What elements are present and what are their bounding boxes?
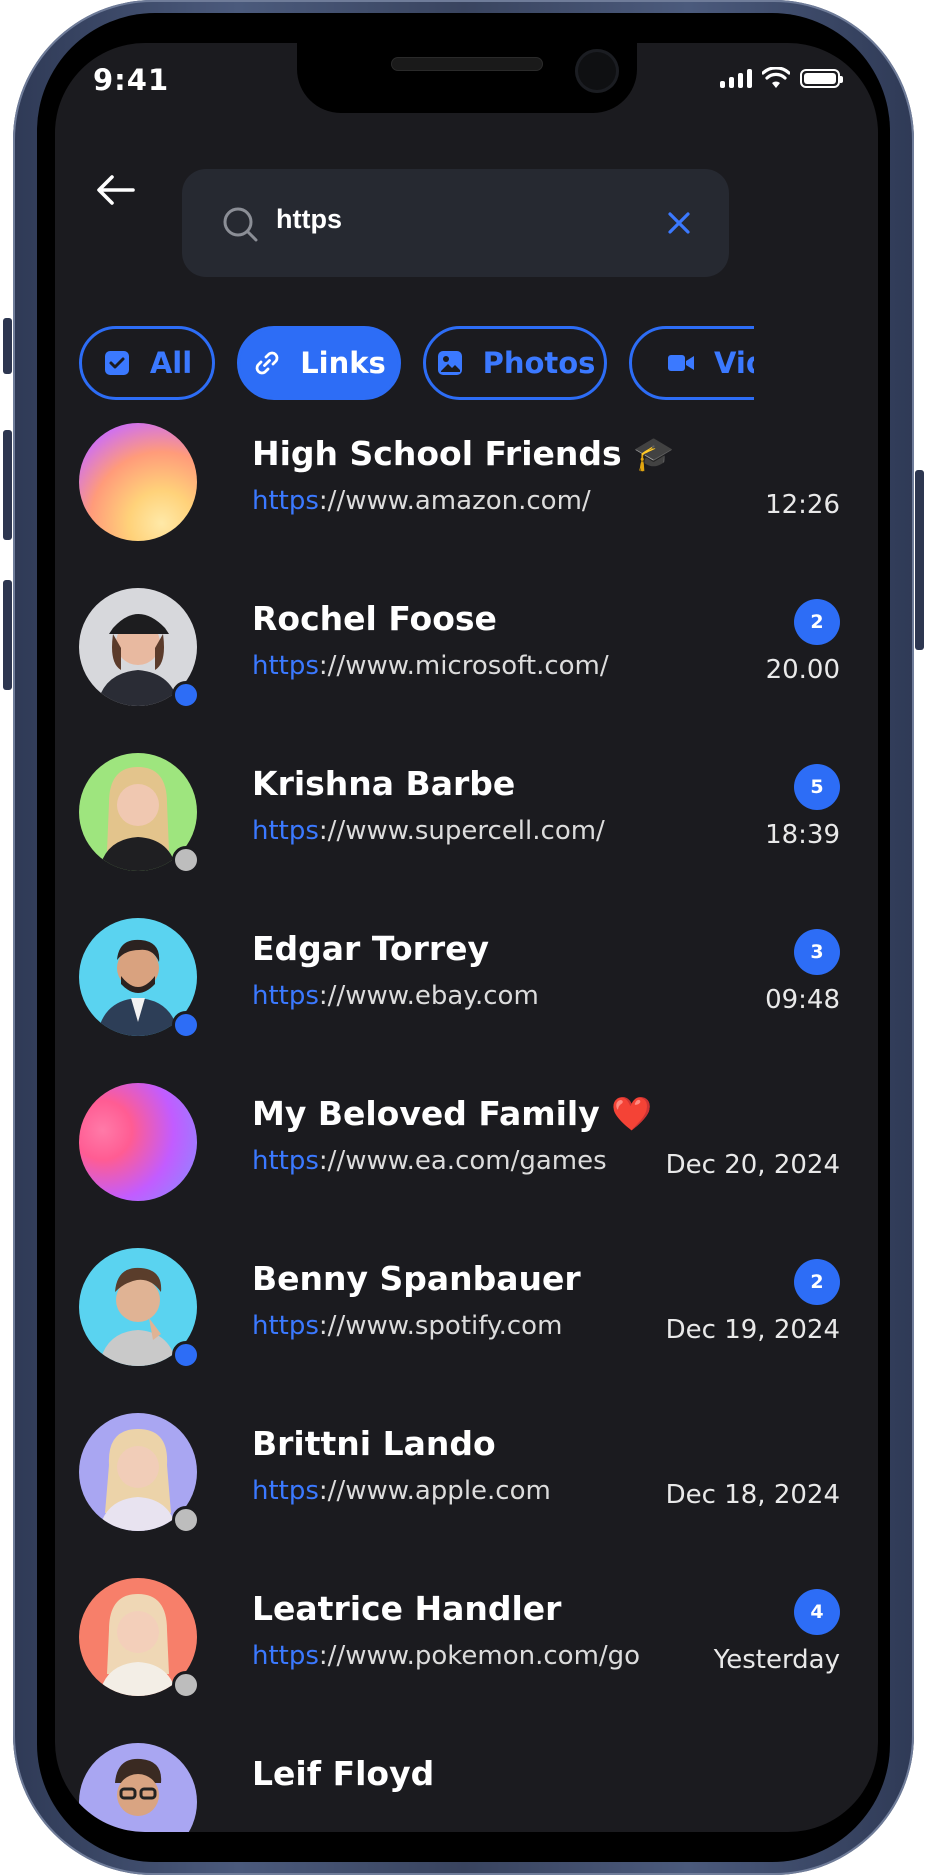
chat-row[interactable]: My Beloved Family ❤️ https://www.ea.com/… (55, 1058, 878, 1223)
chat-name: Edgar Torrey (252, 929, 490, 968)
chat-link-preview: https://www.pokemon.com/go (252, 1641, 641, 1671)
user-avatar (79, 753, 200, 874)
cellular-signal-icon (720, 68, 752, 88)
filter-chip-label: Photos (482, 346, 596, 380)
online-status-dot (172, 1341, 200, 1369)
filter-chip-photos[interactable]: Photos (423, 326, 607, 400)
group-avatar (79, 1083, 197, 1201)
user-avatar (79, 1578, 200, 1699)
unread-badge: 5 (794, 764, 840, 810)
user-avatar (79, 1413, 200, 1534)
video-icon (666, 348, 696, 378)
chat-name: My Beloved Family ❤️ (252, 1094, 653, 1133)
chat-row[interactable]: Edgar Torrey https://www.ebay.com 3 09:4… (55, 893, 878, 1058)
search-bar[interactable]: https (182, 169, 729, 277)
chat-time: Dec 20, 2024 (665, 1150, 840, 1180)
chat-row[interactable]: Brittni Lando https://www.apple.com Dec … (55, 1388, 878, 1553)
link-icon (252, 348, 282, 378)
chat-time: Dec 18, 2024 (665, 1480, 840, 1510)
offline-status-dot (172, 846, 200, 874)
status-icons (720, 67, 843, 89)
unread-badge: 2 (794, 1259, 840, 1305)
chat-list: High School Friends 🎓 https://www.amazon… (55, 398, 878, 1832)
chat-link-preview: https://www.ebay.com (252, 981, 539, 1011)
filter-chip-label: Vid (714, 346, 754, 380)
chat-row[interactable]: Rochel Foose https://www.microsoft.com/ … (55, 563, 878, 728)
chat-name: Krishna Barbe (252, 764, 516, 803)
back-button[interactable] (93, 167, 139, 213)
checkbox-icon (102, 348, 132, 378)
user-avatar (79, 918, 200, 1039)
arrow-left-icon (97, 175, 135, 205)
offline-status-dot (172, 1671, 200, 1699)
chat-link-preview: https://www.amazon.com/ (252, 486, 591, 516)
battery-icon (800, 68, 843, 88)
chat-time: 12:26 (765, 490, 840, 520)
wifi-icon (762, 67, 790, 88)
chat-row[interactable]: Krishna Barbe https://www.supercell.com/… (55, 728, 878, 893)
front-camera (575, 49, 619, 93)
filter-chip-links[interactable]: Links (237, 326, 401, 400)
chat-name: High School Friends 🎓 (252, 434, 675, 473)
chat-link-preview: https://www.ea.com/games (252, 1146, 607, 1176)
notch (297, 43, 637, 113)
mute-switch (3, 318, 12, 374)
user-avatar (79, 1248, 200, 1369)
offline-status-dot (172, 1506, 200, 1534)
phone-screen: 9:41 https All Links Photos Vi High Scho… (55, 43, 878, 1832)
chat-time: Dec 19, 2024 (665, 1315, 840, 1345)
chat-link-preview: https://www.apple.com (252, 1476, 551, 1506)
filter-chip-label: Links (300, 346, 386, 380)
user-avatar (79, 1743, 197, 1832)
chat-time: 20.00 (765, 655, 840, 685)
online-status-dot (172, 1011, 200, 1039)
chat-row[interactable]: Leif Floyd (55, 1718, 878, 1832)
volume-down-button (3, 580, 12, 690)
group-avatar (79, 423, 197, 541)
filter-chip-videos[interactable]: Vid (629, 326, 754, 400)
speaker-grille (391, 57, 543, 71)
chat-name: Brittni Lando (252, 1424, 496, 1463)
status-time: 9:41 (93, 63, 170, 97)
unread-badge: 3 (794, 929, 840, 975)
user-avatar (79, 588, 200, 709)
filter-chip-label: All (149, 346, 193, 380)
chat-row[interactable]: High School Friends 🎓 https://www.amazon… (55, 398, 878, 563)
chat-time: 09:48 (765, 985, 840, 1015)
filter-chips: All Links Photos Vid (79, 326, 754, 404)
chat-link-preview: https://www.microsoft.com/ (252, 651, 609, 681)
chat-row[interactable]: Leatrice Handler https://www.pokemon.com… (55, 1553, 878, 1718)
search-icon (223, 207, 258, 242)
chat-time: 18:39 (765, 820, 840, 850)
unread-badge: 2 (794, 599, 840, 645)
image-icon (435, 348, 465, 378)
power-button (915, 470, 924, 650)
online-status-dot (172, 681, 200, 709)
unread-badge: 4 (794, 1589, 840, 1635)
volume-up-button (3, 430, 12, 540)
chat-name: Benny Spanbauer (252, 1259, 581, 1298)
chat-time: Yesterday (713, 1645, 840, 1675)
clear-search-icon[interactable] (665, 209, 693, 237)
chat-row[interactable]: Benny Spanbauer https://www.spotify.com … (55, 1223, 878, 1388)
chat-link-preview: https://www.spotify.com (252, 1311, 563, 1341)
chat-name: Rochel Foose (252, 599, 497, 638)
search-input[interactable]: https (276, 204, 342, 235)
chat-name: Leif Floyd (252, 1754, 435, 1793)
chat-link-preview: https://www.supercell.com/ (252, 816, 605, 846)
chat-name: Leatrice Handler (252, 1589, 562, 1628)
filter-chip-all[interactable]: All (79, 326, 215, 400)
